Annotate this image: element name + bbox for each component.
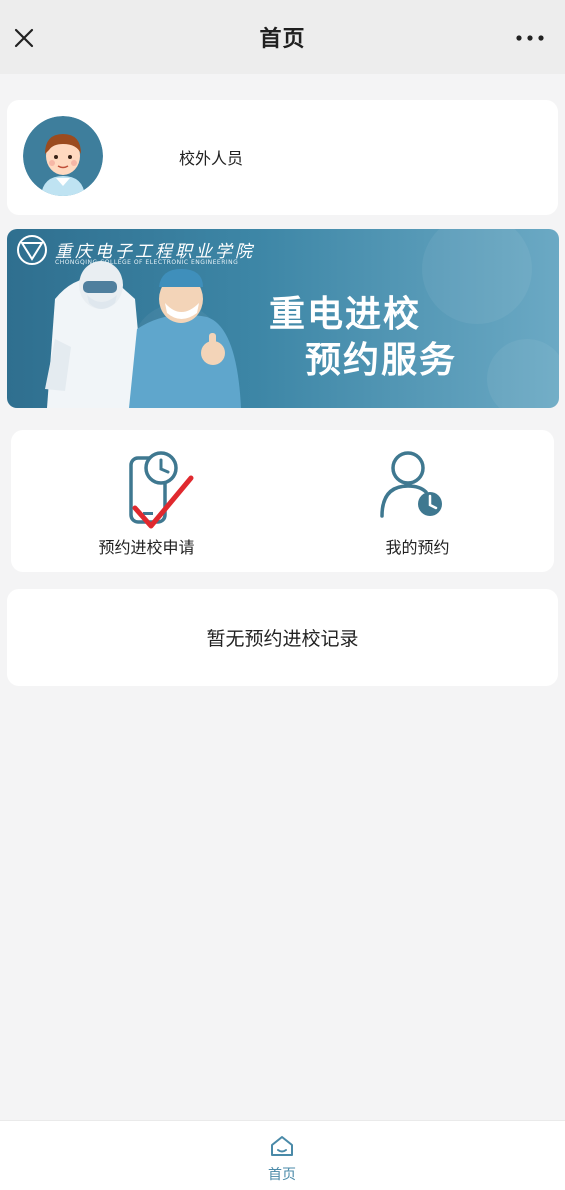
- phone-check-icon: [129, 451, 194, 529]
- bottom-tab-bar: 首页: [0, 1120, 565, 1190]
- user-avatar: [23, 116, 103, 196]
- user-type-label: 校外人员: [179, 149, 244, 168]
- title-bar: 首页: [0, 0, 565, 74]
- apply-entry-label: 预约进校申请: [98, 538, 195, 557]
- more-options-icon[interactable]: [515, 32, 545, 44]
- page-title: 首页: [259, 27, 306, 52]
- tab-home[interactable]: 首页: [232, 1131, 332, 1187]
- user-clock-icon: [380, 451, 442, 518]
- tab-home-label: 首页: [268, 1167, 296, 1183]
- my-appointments-button[interactable]: 我的预约: [282, 430, 553, 572]
- my-appointments-label: 我的预约: [385, 538, 450, 557]
- banner-headline-line1: 重电进校: [269, 294, 422, 335]
- profile-card: 校外人员: [7, 100, 558, 215]
- empty-records-text: 暂无预约进校记录: [206, 628, 359, 650]
- service-banner[interactable]: 重庆电子工程职业学院 CHONGQING COLLEGE OF ELECTRON…: [7, 229, 559, 408]
- entry-records-card: 暂无预约进校记录: [7, 589, 558, 686]
- close-icon[interactable]: [12, 26, 36, 50]
- banner-headline-line2: 预约服务: [305, 340, 458, 381]
- home-icon: [271, 1136, 293, 1156]
- apply-entry-button[interactable]: 预约进校申请: [11, 430, 282, 572]
- quick-actions-card: 预约进校申请 我的预约: [11, 430, 554, 572]
- school-name-en: CHONGQING COLLEGE OF ELECTRONIC ENGINEER…: [55, 259, 239, 266]
